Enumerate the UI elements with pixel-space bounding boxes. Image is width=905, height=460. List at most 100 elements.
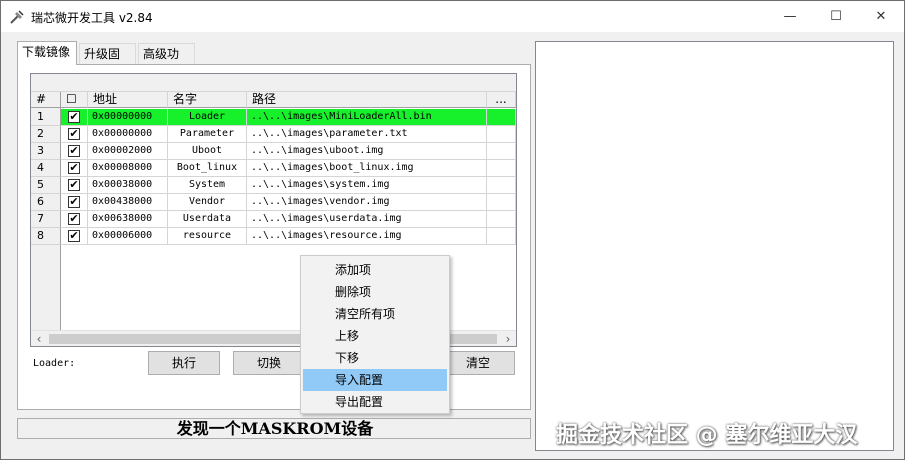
tab-advanced-functions[interactable]: 高级功能: [138, 43, 195, 81]
column-header-checkbox[interactable]: ☐: [61, 92, 88, 108]
execute-button[interactable]: 执行: [148, 351, 220, 375]
table-row[interactable]: 1 ✔ 0x00000000 Loader ..\..\images\MiniL…: [31, 109, 516, 126]
switch-button[interactable]: 切换: [233, 351, 305, 375]
row-checkbox[interactable]: ✔: [68, 162, 80, 174]
row-checkbox[interactable]: ✔: [68, 230, 80, 242]
table-row[interactable]: 5 ✔ 0x00038000 System ..\..\images\syste…: [31, 177, 516, 194]
tab-upgrade-firmware[interactable]: 升级固件: [79, 43, 136, 81]
status-bar: 发现一个MASKROM设备: [17, 418, 531, 439]
row-checkbox-cell[interactable]: ✔: [61, 211, 88, 228]
row-address[interactable]: 0x00006000: [88, 228, 168, 245]
row-name[interactable]: System: [168, 177, 247, 194]
row-browse-cell[interactable]: [487, 177, 516, 194]
row-path[interactable]: ..\..\images\userdata.img: [247, 211, 487, 228]
menu-item-import-config[interactable]: 导入配置: [303, 369, 447, 391]
menu-item-delete[interactable]: 删除项: [303, 281, 447, 303]
row-checkbox[interactable]: ✔: [68, 179, 80, 191]
loader-label: Loader:: [33, 358, 76, 369]
row-index: 2: [31, 126, 61, 143]
row-path[interactable]: ..\..\images\resource.img: [247, 228, 487, 245]
column-header-name[interactable]: 名字: [168, 92, 247, 108]
menu-item-add[interactable]: 添加项: [303, 259, 447, 281]
row-index: 4: [31, 160, 61, 177]
row-checkbox-cell[interactable]: ✔: [61, 143, 88, 160]
row-checkbox[interactable]: ✔: [68, 196, 80, 208]
table-row[interactable]: 8 ✔ 0x00006000 resource ..\..\images\res…: [31, 228, 516, 245]
row-checkbox-cell[interactable]: ✔: [61, 228, 88, 245]
scroll-left-icon[interactable]: ‹: [31, 331, 47, 346]
row-name[interactable]: Loader: [168, 109, 247, 126]
table-top-bar: [31, 74, 516, 92]
window-title: 瑞芯微开发工具 v2.84: [31, 11, 153, 25]
column-header-more[interactable]: ...: [487, 92, 516, 108]
row-browse-cell[interactable]: [487, 160, 516, 177]
log-output-box[interactable]: [535, 41, 894, 451]
row-name[interactable]: resource: [168, 228, 247, 245]
row-browse-cell[interactable]: [487, 194, 516, 211]
context-menu: 添加项 删除项 清空所有项 上移 下移 导入配置 导出配置: [300, 255, 450, 414]
row-address[interactable]: 0x00002000: [88, 143, 168, 160]
device-status-text: 发现一个MASKROM设备: [176, 419, 374, 438]
row-name[interactable]: Uboot: [168, 143, 247, 160]
row-browse-cell[interactable]: [487, 211, 516, 228]
row-address[interactable]: 0x00008000: [88, 160, 168, 177]
row-address[interactable]: 0x00000000: [88, 109, 168, 126]
scroll-right-icon[interactable]: ›: [500, 331, 516, 346]
menu-item-move-down[interactable]: 下移: [303, 347, 447, 369]
table-header: # ☐ 地址 名字 路径 ...: [31, 92, 516, 108]
row-path[interactable]: ..\..\images\boot_linux.img: [247, 160, 487, 177]
row-path[interactable]: ..\..\images\system.img: [247, 177, 487, 194]
clear-button[interactable]: 清空: [441, 351, 515, 375]
app-icon: [10, 10, 24, 24]
maximize-button[interactable]: ☐: [813, 1, 859, 32]
minimize-button[interactable]: —: [767, 1, 813, 32]
row-index: 7: [31, 211, 61, 228]
row-address[interactable]: 0x00638000: [88, 211, 168, 228]
row-browse-cell[interactable]: [487, 228, 516, 245]
app-window: 瑞芯微开发工具 v2.84 — ☐ ✕ 下载镜像 升级固件 高级功能 # ☐ 地…: [0, 0, 905, 460]
row-checkbox-cell[interactable]: ✔: [61, 177, 88, 194]
row-name[interactable]: Vendor: [168, 194, 247, 211]
table-row[interactable]: 7 ✔ 0x00638000 Userdata ..\..\images\use…: [31, 211, 516, 228]
row-path[interactable]: ..\..\images\parameter.txt: [247, 126, 487, 143]
row-index: 8: [31, 228, 61, 245]
row-name[interactable]: Boot_linux: [168, 160, 247, 177]
table-row[interactable]: 6 ✔ 0x00438000 Vendor ..\..\images\vendo…: [31, 194, 516, 211]
row-path[interactable]: ..\..\images\vendor.img: [247, 194, 487, 211]
column-header-address[interactable]: 地址: [88, 92, 168, 108]
row-browse-cell[interactable]: [487, 143, 516, 160]
column-header-index[interactable]: #: [31, 92, 61, 108]
row-checkbox-cell[interactable]: ✔: [61, 194, 88, 211]
row-index: 5: [31, 177, 61, 194]
row-index: 6: [31, 194, 61, 211]
close-button[interactable]: ✕: [858, 1, 904, 32]
watermark: 掘金技术社区 @ 塞尔维亚大汉: [556, 423, 858, 448]
row-address[interactable]: 0x00000000: [88, 126, 168, 143]
column-header-path[interactable]: 路径: [247, 92, 487, 108]
menu-item-clear-all[interactable]: 清空所有项: [303, 303, 447, 325]
row-checkbox-cell[interactable]: ✔: [61, 109, 88, 126]
row-path[interactable]: ..\..\images\MiniLoaderAll.bin: [247, 109, 487, 126]
row-name[interactable]: Userdata: [168, 211, 247, 228]
row-name[interactable]: Parameter: [168, 126, 247, 143]
title-bar[interactable]: 瑞芯微开发工具 v2.84 — ☐ ✕: [1, 1, 904, 32]
row-checkbox[interactable]: ✔: [68, 145, 80, 157]
row-address[interactable]: 0x00038000: [88, 177, 168, 194]
row-index: 3: [31, 143, 61, 160]
row-checkbox-cell[interactable]: ✔: [61, 160, 88, 177]
row-checkbox-cell[interactable]: ✔: [61, 126, 88, 143]
row-index: 1: [31, 109, 61, 126]
table-row[interactable]: 4 ✔ 0x00008000 Boot_linux ..\..\images\b…: [31, 160, 516, 177]
table-row[interactable]: 2 ✔ 0x00000000 Parameter ..\..\images\pa…: [31, 126, 516, 143]
row-checkbox[interactable]: ✔: [68, 213, 80, 225]
table-row[interactable]: 3 ✔ 0x00002000 Uboot ..\..\images\uboot.…: [31, 143, 516, 160]
row-path[interactable]: ..\..\images\uboot.img: [247, 143, 487, 160]
row-browse-cell[interactable]: [487, 109, 516, 126]
row-checkbox[interactable]: ✔: [68, 128, 80, 140]
row-checkbox[interactable]: ✔: [68, 111, 80, 123]
row-address[interactable]: 0x00438000: [88, 194, 168, 211]
tab-download-image[interactable]: 下载镜像: [17, 41, 77, 65]
menu-item-move-up[interactable]: 上移: [303, 325, 447, 347]
row-browse-cell[interactable]: [487, 126, 516, 143]
menu-item-export-config[interactable]: 导出配置: [303, 391, 447, 413]
